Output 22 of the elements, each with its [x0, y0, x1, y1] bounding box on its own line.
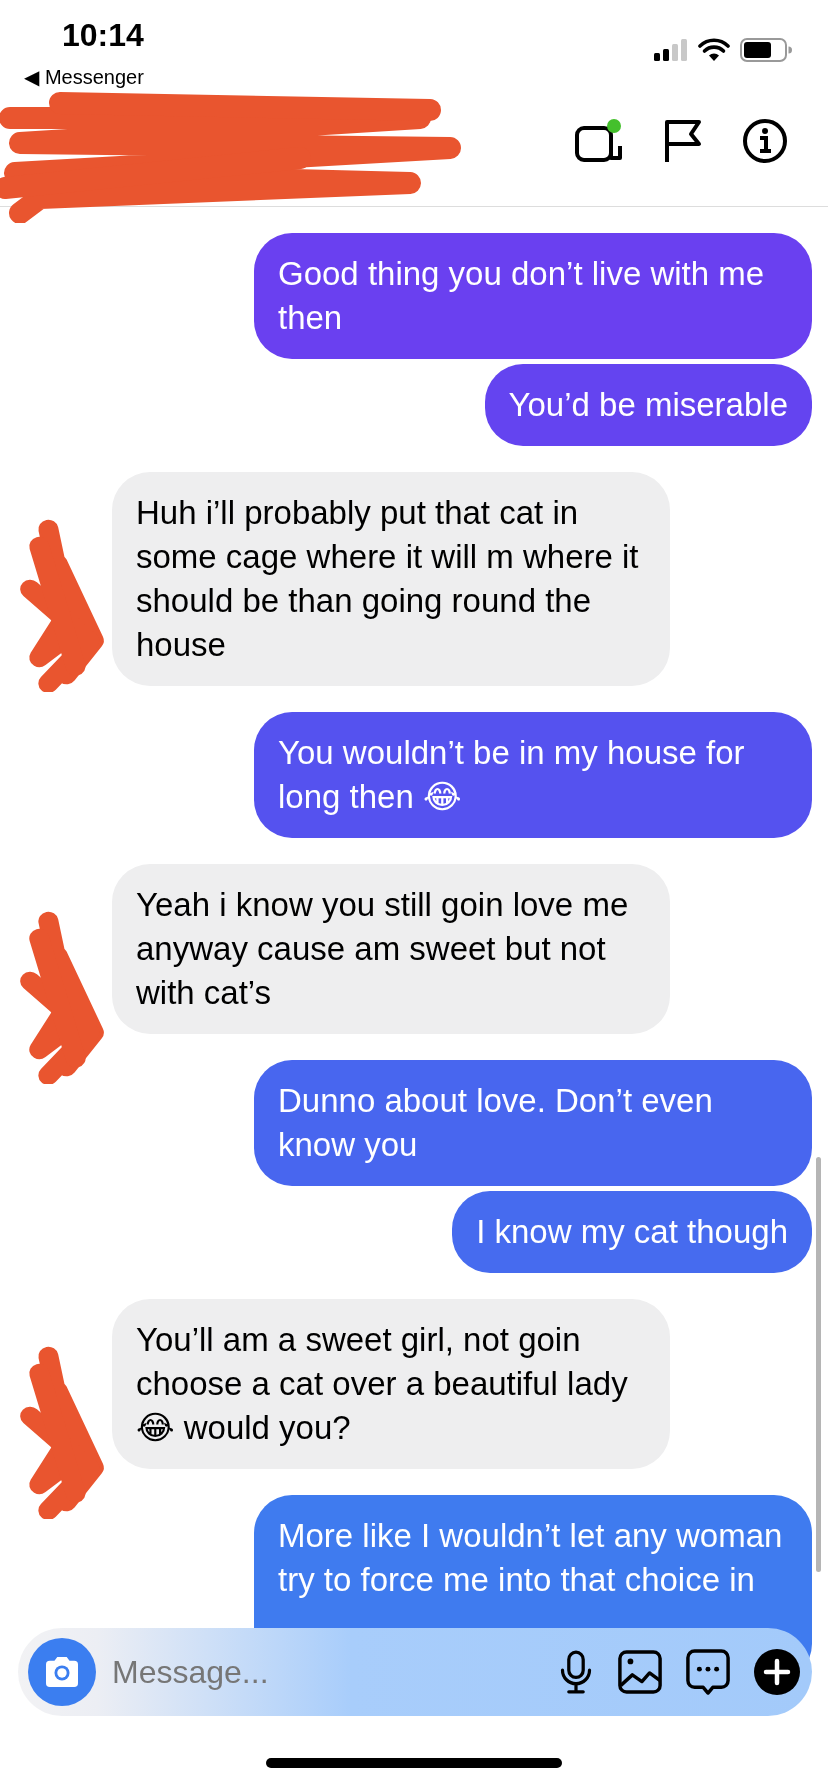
battery-icon	[740, 38, 792, 62]
camera-button[interactable]	[28, 1638, 96, 1706]
microphone-icon[interactable]	[558, 1649, 594, 1695]
status-time: 10:14	[62, 16, 144, 54]
message-bubble: Huh i’ll probably put that cat in some cage where it will m where it should be than going round the house	[112, 472, 670, 686]
signal-icon	[654, 39, 688, 61]
chat-bubble-icon[interactable]	[686, 1649, 730, 1695]
wifi-icon	[698, 38, 730, 62]
image-icon[interactable]	[618, 1650, 662, 1694]
video-call-icon[interactable]	[574, 118, 624, 164]
message-bubble: You’ll am a sweet girl, not goin choose a cat over a beautiful lady 😂 would you?	[112, 1299, 670, 1469]
info-icon[interactable]	[742, 118, 788, 164]
flag-icon[interactable]	[662, 118, 704, 164]
message-bubble: Dunno about love. Don’t even know you	[254, 1060, 812, 1186]
message-bubble: Yeah i know you still goin love me anyway cause am sweet but not with cat’s	[112, 864, 670, 1034]
back-to-app-link[interactable]: ◀ Messenger	[24, 64, 144, 90]
message-bubble: Good thing you don’t live with me then	[254, 233, 812, 359]
camera-icon	[43, 1656, 81, 1688]
add-icon[interactable]	[754, 1649, 800, 1695]
message-bubble: I know my cat though	[452, 1191, 812, 1273]
message-bubble: You’d be miserable	[484, 364, 812, 446]
message-bubble: You wouldn’t be in my house for long then 😂	[254, 712, 812, 838]
